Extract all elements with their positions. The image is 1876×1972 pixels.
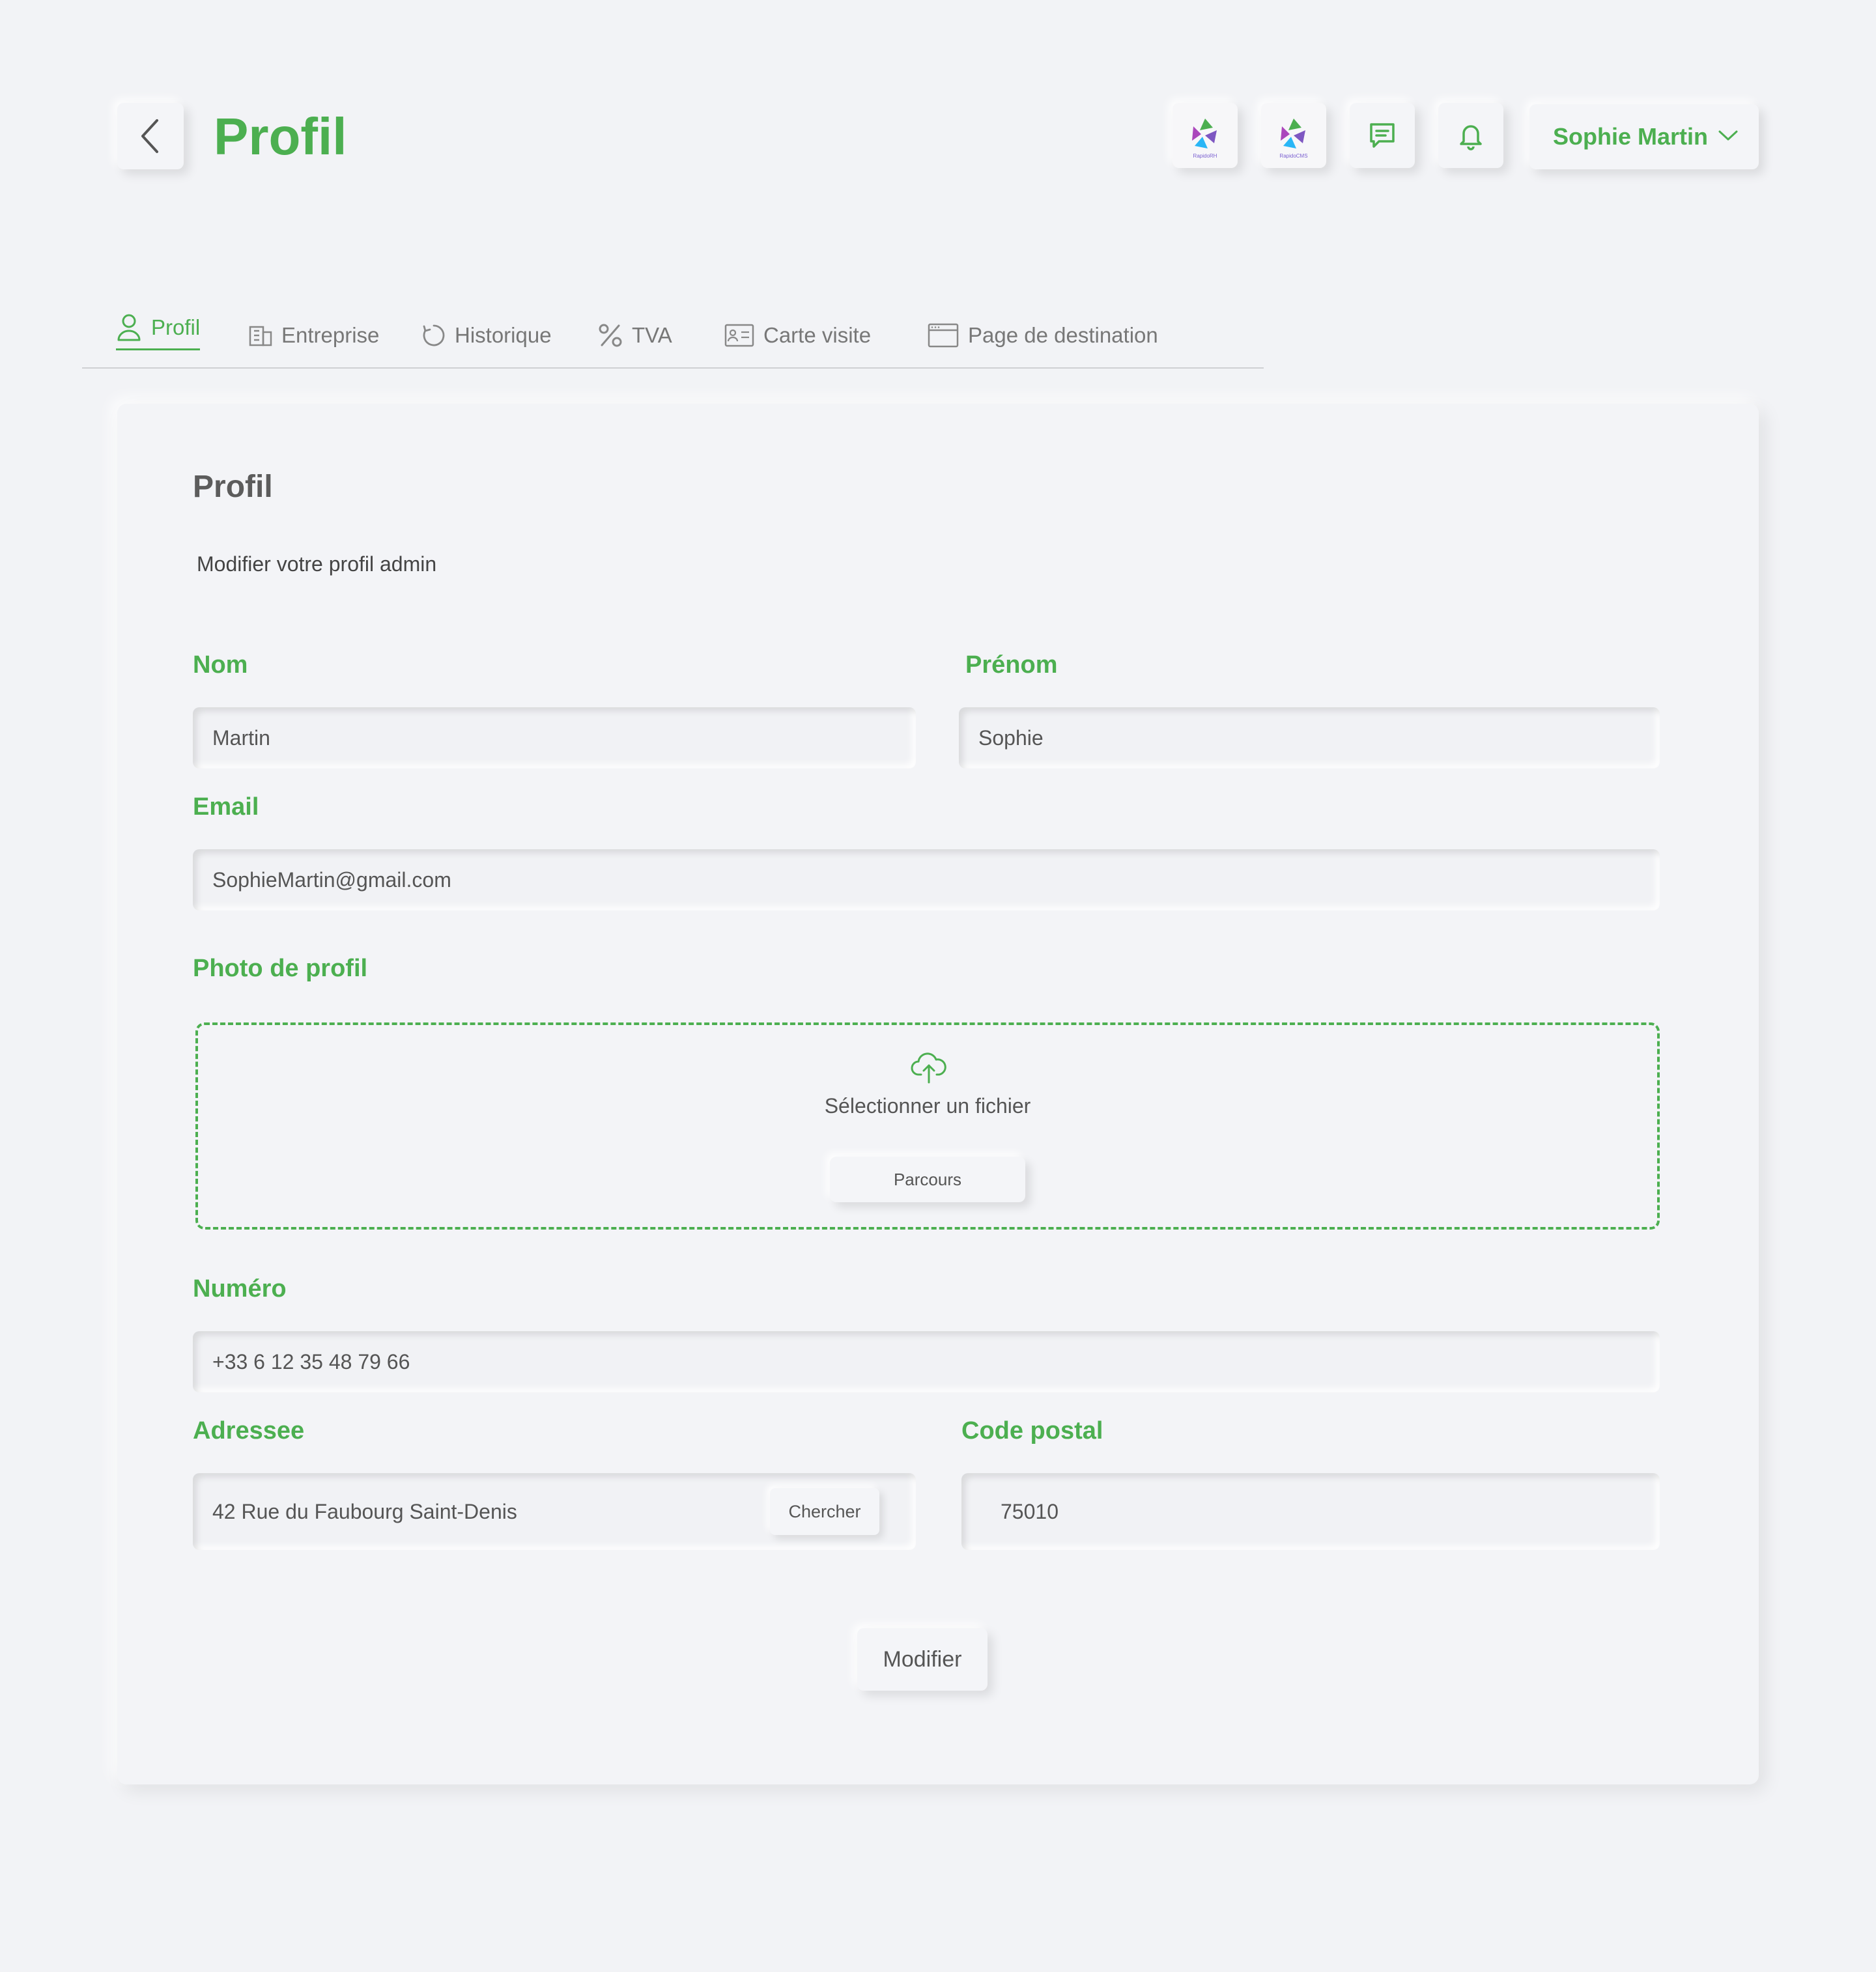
profile-card: Profil Modifier votre profil admin Nom P… [117, 404, 1759, 1784]
tab-tva-label: TVA [632, 323, 672, 347]
rapido-cms-app-button[interactable]: RapidoCMS [1261, 103, 1326, 168]
prenom-input[interactable] [978, 707, 1660, 768]
code-postal-label: Code postal [961, 1417, 1103, 1444]
nom-label: Nom [193, 651, 248, 679]
tab-entreprise[interactable]: Entreprise [249, 306, 379, 365]
tab-carte-visite-label: Carte visite [763, 323, 872, 347]
user-name: Sophie Martin [1553, 123, 1709, 150]
browse-button[interactable]: Parcours [830, 1157, 1025, 1202]
nom-field[interactable] [193, 707, 916, 768]
numero-input[interactable] [212, 1331, 1660, 1392]
user-menu[interactable]: Sophie Martin [1529, 104, 1759, 169]
adresse-field[interactable]: Chercher [193, 1473, 916, 1550]
chevron-down-icon [1718, 130, 1738, 141]
back-button[interactable] [117, 103, 184, 169]
cloud-upload-icon [911, 1052, 946, 1084]
email-label: Email [193, 793, 259, 821]
nom-input[interactable] [212, 707, 916, 768]
notifications-button[interactable] [1438, 103, 1503, 168]
rapido-cms-logo [1281, 119, 1305, 148]
id-card-icon [724, 324, 754, 347]
rapido-cms-label: RapidoCMS [1279, 153, 1308, 159]
tab-page-destination-label: Page de destination [968, 323, 1158, 347]
email-field[interactable] [193, 849, 1660, 910]
modifier-button[interactable]: Modifier [857, 1628, 988, 1691]
email-input[interactable] [212, 849, 1660, 910]
tab-entreprise-label: Entreprise [281, 323, 380, 347]
prenom-field[interactable] [959, 707, 1660, 768]
browser-window-icon [928, 323, 959, 348]
code-postal-input[interactable] [1001, 1473, 1660, 1550]
search-address-button[interactable]: Chercher [770, 1488, 879, 1535]
tab-profil[interactable]: Profil [116, 298, 201, 357]
tab-carte-visite[interactable]: Carte visite [724, 306, 871, 365]
prenom-label: Prénom [965, 651, 1058, 679]
bell-icon [1460, 125, 1482, 150]
tab-bar: Profil Entreprise Historique TVA Carte v… [82, 298, 1264, 369]
numero-field[interactable] [193, 1331, 1660, 1392]
adresse-input[interactable] [212, 1473, 746, 1550]
percent-icon [599, 324, 622, 347]
user-icon [117, 314, 141, 341]
card-subtitle: Modifier votre profil admin [197, 552, 437, 576]
tab-profil-label: Profil [151, 315, 201, 339]
rapido-rh-label: RapidoRH [1193, 153, 1217, 159]
numero-label: Numéro [193, 1275, 287, 1303]
message-icon [1370, 123, 1395, 148]
card-title: Profil [193, 470, 273, 504]
dropzone-prompt: Sélectionner un fichier [824, 1094, 1031, 1118]
tab-page-destination[interactable]: Page de destination [928, 306, 1158, 365]
history-icon [423, 324, 445, 346]
rapido-rh-logo [1192, 119, 1217, 148]
page-title: Profil [214, 107, 347, 165]
messages-button[interactable] [1350, 103, 1415, 168]
tab-historique[interactable]: Historique [422, 306, 552, 365]
back-chevron-icon [141, 119, 158, 153]
code-postal-field[interactable] [961, 1473, 1660, 1550]
photo-label: Photo de profil [193, 955, 368, 982]
tab-historique-label: Historique [455, 323, 552, 347]
building-icon [249, 326, 272, 346]
rapido-rh-app-button[interactable]: RapidoRH [1172, 103, 1238, 168]
adresse-label: Adressee [193, 1417, 305, 1444]
tab-tva[interactable]: TVA [598, 306, 672, 365]
